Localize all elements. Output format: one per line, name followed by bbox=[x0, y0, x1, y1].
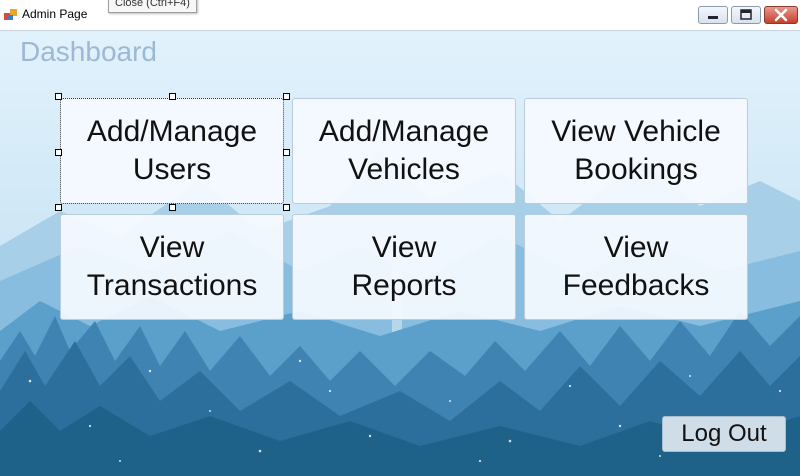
resize-handle[interactable] bbox=[283, 149, 290, 156]
maximize-icon bbox=[740, 9, 752, 20]
view-feedbacks-button[interactable]: View Feedbacks bbox=[524, 214, 748, 320]
tile-label-line2: Vehicles bbox=[348, 153, 460, 186]
minimize-icon bbox=[708, 16, 718, 19]
view-transactions-button[interactable]: View Transactions bbox=[60, 214, 284, 320]
resize-handle[interactable] bbox=[169, 93, 176, 100]
resize-handle[interactable] bbox=[169, 204, 176, 211]
tile-label-line1: View bbox=[603, 231, 669, 264]
tile-label-line2: Reports bbox=[351, 269, 457, 302]
window-title: Admin Page bbox=[22, 7, 88, 21]
tile-label-line2: Bookings bbox=[574, 153, 698, 186]
page-title: Dashboard bbox=[20, 36, 157, 67]
resize-handle[interactable] bbox=[283, 93, 290, 100]
tile-label-line2: Feedbacks bbox=[562, 269, 710, 302]
close-tooltip: Close (Ctrl+F4) bbox=[108, 0, 197, 13]
close-button[interactable] bbox=[764, 6, 798, 24]
view-reports-button[interactable]: View Reports bbox=[292, 214, 516, 320]
tile-label-line1: Add/Manage bbox=[86, 115, 258, 148]
app-icon bbox=[4, 9, 17, 20]
resize-handle[interactable] bbox=[55, 204, 62, 211]
tile-label-line2: Transactions bbox=[86, 269, 258, 302]
minimize-button[interactable] bbox=[698, 6, 728, 24]
add-manage-users-button[interactable]: Add/Manage Users bbox=[60, 98, 284, 204]
log-out-button[interactable]: Log Out bbox=[662, 416, 786, 452]
tile-label-line1: View Vehicle bbox=[551, 115, 721, 148]
title-bar: Admin Page Close (Ctrl+F4) bbox=[0, 0, 800, 31]
tile-label-line1: Add/Manage bbox=[318, 115, 490, 148]
maximize-button[interactable] bbox=[731, 6, 761, 24]
tile-label-line2: Users bbox=[132, 153, 212, 186]
close-icon bbox=[774, 8, 788, 22]
view-vehicle-bookings-button[interactable]: View Vehicle Bookings bbox=[524, 98, 748, 204]
tile-label-line1: View bbox=[371, 231, 437, 264]
add-manage-vehicles-button[interactable]: Add/Manage Vehicles bbox=[292, 98, 516, 204]
resize-handle[interactable] bbox=[55, 149, 62, 156]
resize-handle[interactable] bbox=[283, 204, 290, 211]
resize-handle[interactable] bbox=[55, 93, 62, 100]
tile-label-line1: View bbox=[139, 231, 205, 264]
